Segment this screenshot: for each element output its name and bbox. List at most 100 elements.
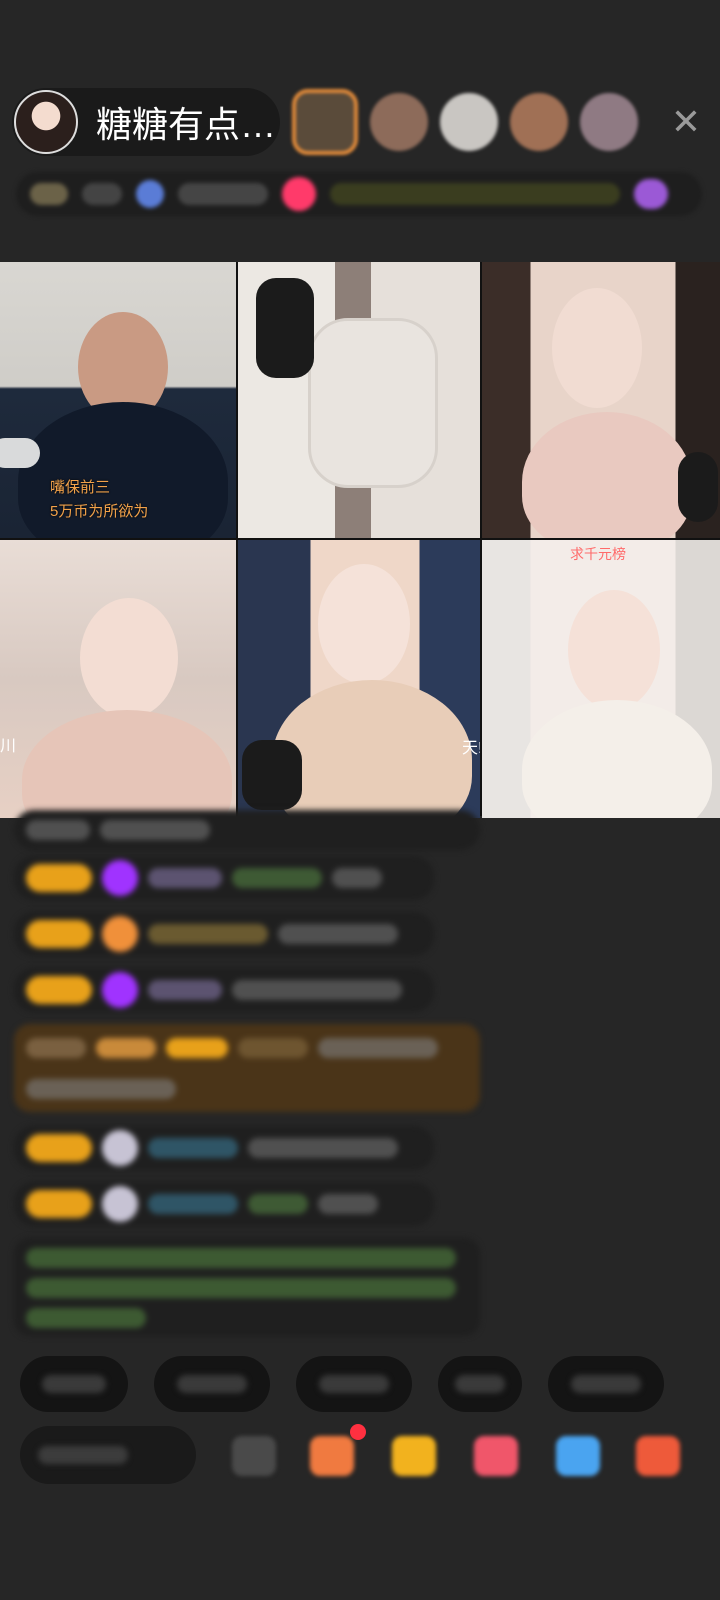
level-badge — [26, 976, 92, 1004]
video-tile-6[interactable]: 求千元榜 — [482, 540, 720, 818]
heart-icon — [282, 177, 316, 211]
level-badge — [26, 920, 92, 948]
gem-icon — [102, 972, 138, 1008]
viewer-avatar[interactable] — [580, 93, 638, 151]
room-info-bar[interactable] — [16, 172, 702, 216]
video-grid: 嘴保前三 5万币为所欲为 川 天! 求千元榜 — [0, 262, 720, 818]
tile-caption: 求千元榜 — [570, 546, 626, 562]
heart-gift-icon[interactable] — [474, 1436, 518, 1476]
chat-message — [14, 1126, 434, 1170]
chat-text — [332, 868, 382, 888]
chat-username — [148, 868, 222, 888]
chat-text — [100, 820, 210, 840]
chat-input-placeholder — [38, 1446, 128, 1464]
game-icon[interactable] — [556, 1436, 600, 1476]
chat-text — [318, 1037, 438, 1058]
level-badge — [26, 1190, 92, 1218]
chat-username — [148, 1138, 238, 1158]
chat-text — [26, 1078, 176, 1099]
close-icon[interactable]: ✕ — [664, 100, 708, 144]
microphone — [242, 740, 302, 810]
host-info-pill[interactable]: 糖糖有点… — [12, 88, 280, 156]
chat-text — [26, 1278, 456, 1298]
host-avatar[interactable] — [14, 90, 78, 154]
live-room-screen: 糖糖有点… ✕ 嘴保前三 5万币为所欲为 川 天 求千元榜 — [0, 0, 720, 1600]
level-badge — [26, 864, 92, 892]
info-chip — [82, 183, 122, 205]
quick-button[interactable] — [20, 1356, 128, 1412]
viewer-avatar[interactable] — [370, 93, 428, 151]
quick-button-label — [571, 1375, 641, 1393]
chat-message — [14, 912, 434, 956]
chat-text — [26, 1308, 146, 1328]
gem-icon — [102, 1130, 138, 1166]
gift-icon[interactable] — [636, 1436, 680, 1476]
chat-message-highlight — [14, 1024, 480, 1112]
level-icon — [30, 183, 68, 205]
person — [568, 590, 660, 710]
person-body — [522, 700, 712, 818]
person-body — [522, 412, 692, 538]
scrolling-notice — [330, 183, 620, 205]
chat-message — [14, 1182, 434, 1226]
chat-text — [26, 1037, 86, 1058]
chat-text — [26, 820, 90, 840]
video-tile-1[interactable]: 嘴保前三 5万币为所欲为 — [0, 262, 236, 538]
gem-icon — [102, 860, 138, 896]
microphone — [256, 278, 314, 378]
viewer-avatar[interactable] — [292, 89, 358, 155]
quick-button-label — [319, 1375, 389, 1393]
video-tile-2[interactable] — [238, 262, 480, 538]
chat-text — [318, 1194, 378, 1214]
level-badge — [26, 1134, 92, 1162]
tile-side-text: 川 — [0, 738, 17, 755]
tile-side-text: 天! — [462, 740, 480, 757]
person — [80, 598, 178, 718]
video-tile-4[interactable]: 川 — [0, 540, 236, 818]
chat-message — [14, 968, 434, 1012]
chat-message — [14, 856, 434, 900]
quick-button[interactable] — [154, 1356, 270, 1412]
person-body — [272, 680, 472, 818]
gem-icon — [102, 1186, 138, 1222]
tile-caption: 嘴保前三 5万币为所欲为 — [50, 476, 148, 524]
gift-icon — [136, 180, 164, 208]
chat-message — [14, 810, 480, 850]
quick-button[interactable] — [438, 1356, 522, 1412]
level-badge — [166, 1037, 228, 1058]
tile-caption-text: 嘴保前三 5万币为所欲为 — [50, 479, 149, 520]
microphone — [0, 438, 40, 468]
quick-button-label — [177, 1375, 247, 1393]
gem-icon — [102, 916, 138, 952]
microphone — [678, 452, 718, 522]
chat-username — [148, 924, 268, 944]
chat-text — [96, 1037, 156, 1058]
viewer-avatar[interactable] — [510, 93, 568, 151]
quick-button-label — [454, 1375, 506, 1393]
person-body — [22, 710, 232, 818]
gift-box-icon[interactable] — [310, 1436, 354, 1476]
chat-text — [232, 868, 322, 888]
more-icon[interactable] — [232, 1436, 276, 1476]
chat-system-message — [14, 1238, 480, 1336]
quick-button[interactable] — [548, 1356, 664, 1412]
treasure-icon[interactable] — [392, 1436, 436, 1476]
person — [318, 564, 410, 684]
video-tile-3[interactable] — [482, 262, 720, 538]
chat-input[interactable] — [20, 1426, 196, 1484]
viewer-avatar[interactable] — [440, 93, 498, 151]
quick-reply-row — [20, 1356, 720, 1412]
chat-text — [248, 1138, 398, 1158]
host-name: 糖糖有点… — [96, 104, 277, 145]
person — [552, 288, 642, 408]
chat-text — [26, 1248, 456, 1268]
chat-username — [148, 980, 222, 1000]
quick-button-label — [41, 1375, 107, 1393]
quick-button[interactable] — [296, 1356, 412, 1412]
chat-username — [238, 1037, 308, 1058]
viewer-avatars — [292, 88, 638, 156]
video-tile-5[interactable]: 天! — [238, 540, 480, 818]
info-chip — [178, 183, 268, 205]
chat-text — [232, 980, 402, 1000]
notification-dot — [350, 1424, 366, 1440]
